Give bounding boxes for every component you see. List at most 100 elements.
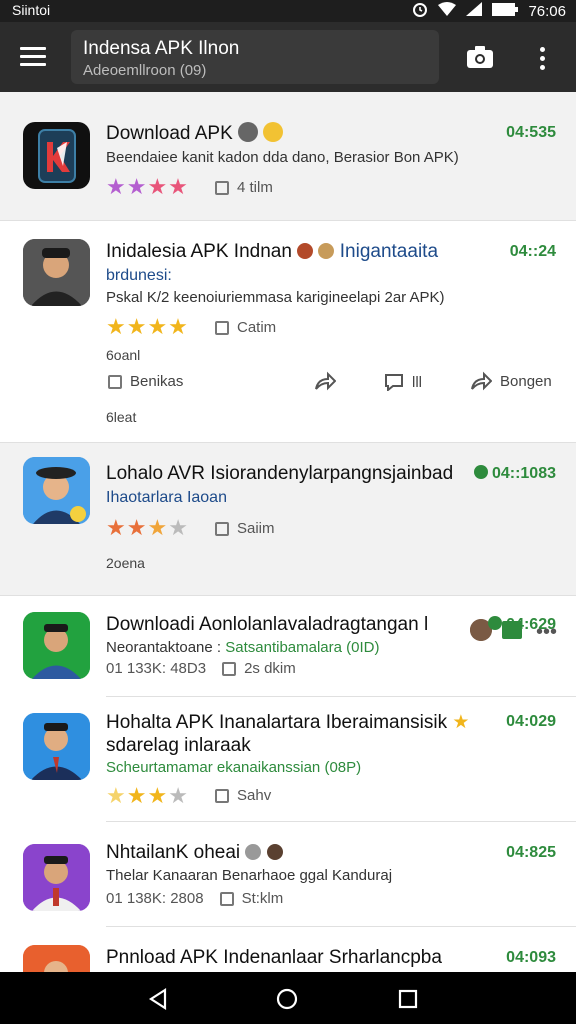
item-stats: 01 138K: 2808 St:klm bbox=[106, 890, 283, 907]
clock: 76:06 bbox=[528, 2, 566, 20]
recents-button[interactable] bbox=[398, 989, 418, 1014]
back-button[interactable] bbox=[148, 987, 168, 1015]
wifi-icon bbox=[438, 2, 457, 20]
item-title: NhtailanK oheai bbox=[106, 842, 283, 864]
bookmark-icon bbox=[222, 661, 237, 676]
home-button[interactable] bbox=[276, 988, 298, 1015]
recents-icon bbox=[398, 989, 418, 1009]
more-icon-dot bbox=[539, 56, 545, 61]
share-icon bbox=[315, 371, 336, 391]
item-meta: Saiim bbox=[215, 520, 275, 537]
item-title: Hohalta APK Inanalartara Iberaimansisik … bbox=[106, 711, 469, 734]
item-title-line2: sdarelag inlaraak bbox=[106, 735, 251, 756]
item-title-extra: Inigantaaita bbox=[339, 241, 439, 262]
item-title-text: Hohalta APK Inanalartara Iberaimansisik bbox=[106, 712, 448, 733]
more-icon bbox=[539, 47, 545, 52]
rating-stars: ★★★★ bbox=[106, 174, 189, 199]
bookmark-icon bbox=[108, 374, 122, 389]
bookmark-icon bbox=[215, 521, 229, 536]
list-item[interactable]: Hohalta APK Inanalartara Iberaimansisik … bbox=[0, 697, 576, 821]
signal-icon bbox=[466, 2, 483, 20]
item-meta-text: 4 tilm bbox=[237, 179, 273, 196]
app-icon bbox=[23, 612, 90, 679]
item-note: 6oanl bbox=[106, 347, 141, 363]
action-likes[interactable]: Benikas bbox=[108, 373, 183, 390]
item-title: Inidalesia APK Indnan Inigantaaita bbox=[106, 241, 438, 263]
list-item[interactable]: Pnnload APK Indenanlaar Srharlancpba 04:… bbox=[0, 927, 576, 972]
list-item[interactable]: Inidalesia APK Indnan Inigantaaita 04::2… bbox=[0, 221, 576, 442]
item-meta-text: Saiim bbox=[237, 520, 275, 537]
bookmark-icon bbox=[215, 320, 229, 335]
comment-button[interactable]: lll bbox=[384, 373, 422, 391]
item-subtitle: Neorantaktoane : Satsantibamalara (0ID) bbox=[106, 639, 379, 656]
item-time: 04:825 bbox=[506, 844, 556, 861]
item-title-text: Download APK bbox=[106, 123, 233, 144]
item-stats-text: 01 133K: 48D3 bbox=[106, 660, 207, 677]
bookmark-icon bbox=[215, 180, 229, 195]
alarm-icon bbox=[412, 1, 428, 21]
item-subtitle: Thelar Kanaaran Benarhaoe ggal Kanduraj bbox=[106, 867, 393, 884]
app-icon bbox=[23, 457, 90, 524]
item-time-text: 04::1083 bbox=[491, 465, 556, 482]
action-label: Bongen bbox=[500, 372, 552, 390]
rating-stars: ★★★★ bbox=[106, 783, 189, 808]
item-description: Pskal K/2 keenoiuriemmasa karigineelapi … bbox=[106, 289, 445, 306]
item-meta-text: St:klm bbox=[241, 890, 284, 907]
emoji-icon bbox=[263, 122, 284, 142]
item-meta-text: 2s dkim bbox=[244, 660, 296, 677]
menu-button[interactable] bbox=[20, 47, 46, 67]
item-time: 04::1083 bbox=[473, 465, 556, 483]
list-item[interactable]: Downloadi Aonlolanlavaladragtangan l 04:… bbox=[0, 596, 576, 700]
item-title: Downloadi Aonlolanlavaladragtangan l bbox=[106, 614, 429, 635]
item-title: Lohalo AVR Isiorandenylarpangnsjainbad bbox=[106, 463, 454, 484]
menu-icon bbox=[20, 47, 46, 50]
item-meta-text: Catim bbox=[237, 319, 277, 336]
star-badge-icon: ★ bbox=[452, 712, 470, 733]
action-label: Benikas bbox=[130, 373, 184, 390]
menu-icon-line bbox=[20, 63, 46, 66]
verified-icon bbox=[487, 616, 502, 630]
app-icon bbox=[23, 239, 90, 306]
app-icon bbox=[23, 844, 90, 911]
list-item[interactable]: Lohalo AVR Isiorandenylarpangnsjainbad 0… bbox=[0, 443, 576, 643]
avatar-icon bbox=[238, 122, 259, 142]
search-subtitle: Adeoemllroon (09) bbox=[83, 62, 207, 79]
item-meta: Sahv bbox=[215, 787, 271, 804]
forward-button[interactable]: Bongen bbox=[470, 371, 552, 391]
item-meta-text: Sahv bbox=[237, 787, 272, 804]
item-meta: Catim bbox=[215, 319, 276, 336]
more-options-button[interactable] bbox=[536, 44, 548, 72]
app-icon bbox=[23, 713, 90, 780]
verified-icon bbox=[473, 465, 488, 479]
bookmark-icon bbox=[215, 788, 229, 803]
app-bar: Indensa APK Ilnon Adeoemllroon (09) bbox=[0, 22, 576, 92]
back-icon bbox=[148, 987, 167, 1011]
item-time: 04:535 bbox=[506, 124, 556, 141]
item-time: 04:029 bbox=[506, 713, 556, 730]
item-title-text: Inidalesia APK Indnan bbox=[106, 241, 292, 262]
item-note: 2oena bbox=[106, 555, 145, 571]
search-query: Indensa APK Ilnon bbox=[83, 38, 240, 59]
list-item[interactable]: NhtailanK oheai 04:825 Thelar Kanaaran B… bbox=[0, 822, 576, 926]
results-list: Download APK 04:535 Beendaiee kanit kado… bbox=[0, 92, 576, 972]
share-button[interactable] bbox=[314, 371, 336, 391]
carrier-label: Siintoi bbox=[12, 2, 51, 18]
search-field[interactable]: Indensa APK Ilnon Adeoemllroon (09) bbox=[71, 30, 439, 84]
camera-button[interactable] bbox=[466, 45, 494, 69]
avatar-icon bbox=[266, 844, 283, 860]
item-subtitle: Scheurtamamar ekanaikanssian (08P) bbox=[106, 759, 362, 776]
avatar-icon bbox=[318, 243, 335, 259]
home-icon bbox=[276, 988, 298, 1010]
rating-stars: ★★★★ bbox=[106, 515, 189, 540]
item-meta: 4 tilm bbox=[215, 179, 273, 196]
item-stats: 01 133K: 48D3 2s dkim bbox=[106, 660, 296, 677]
bookmark-icon bbox=[219, 891, 234, 906]
item-subtitle: brdunesi: bbox=[106, 267, 172, 284]
avatar-icon bbox=[245, 844, 262, 860]
list-item[interactable]: Download APK 04:535 Beendaiee kanit kado… bbox=[0, 92, 576, 220]
status-bar: Siintoi 76:06 bbox=[0, 0, 576, 22]
camera-icon bbox=[467, 46, 493, 68]
item-time-text: 04:629 bbox=[506, 616, 556, 633]
item-title: Download APK bbox=[106, 122, 284, 145]
item-stats-text: 01 138K: 2808 bbox=[106, 890, 204, 907]
